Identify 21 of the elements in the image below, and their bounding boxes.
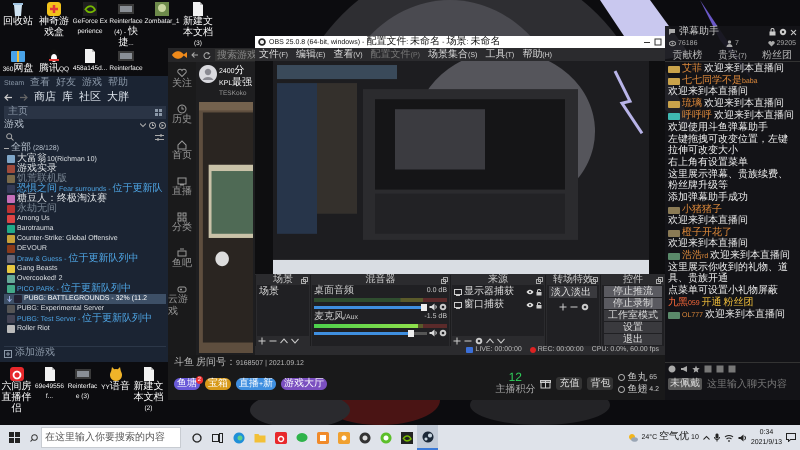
app-icon (422, 430, 434, 442)
record-icon (358, 432, 370, 444)
taskbar-button[interactable] (417, 425, 438, 450)
app-icon (380, 432, 392, 444)
caret-up-icon[interactable] (702, 435, 710, 440)
speaker-icon[interactable] (738, 434, 747, 442)
microphone-icon[interactable] (714, 433, 720, 442)
browser-icon (232, 432, 244, 444)
circle-icon[interactable] (192, 432, 202, 442)
windows-logo-icon[interactable] (8, 432, 20, 443)
chat-bubble-icon (296, 432, 308, 444)
eye-swirl-icon (400, 432, 412, 444)
network-icon[interactable] (724, 434, 734, 442)
task-view-icon[interactable] (212, 432, 223, 442)
app-icon (316, 432, 328, 444)
search-field[interactable]: 在这里输入你要搜索的内容 (41, 427, 181, 448)
app-icon (274, 432, 286, 444)
search-icon[interactable] (30, 434, 38, 442)
notification-icon[interactable] (786, 433, 796, 442)
app-icon (338, 432, 350, 444)
folder-icon (254, 432, 266, 444)
